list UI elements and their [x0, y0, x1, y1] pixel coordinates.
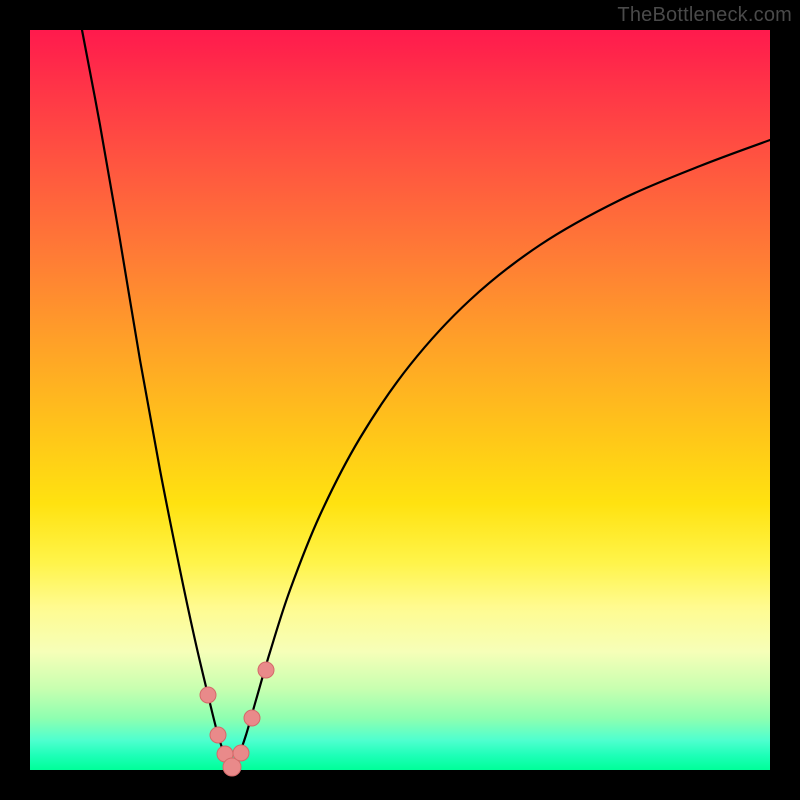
watermark-text: TheBottleneck.com	[617, 4, 792, 27]
bottleneck-curve	[82, 30, 770, 767]
plot-area	[30, 30, 770, 770]
marker-dot	[258, 662, 274, 678]
marker-dot	[233, 745, 249, 761]
marker-dot	[244, 710, 260, 726]
chart-svg	[30, 30, 770, 770]
marker-dot	[200, 687, 216, 703]
marker-dot	[210, 727, 226, 743]
